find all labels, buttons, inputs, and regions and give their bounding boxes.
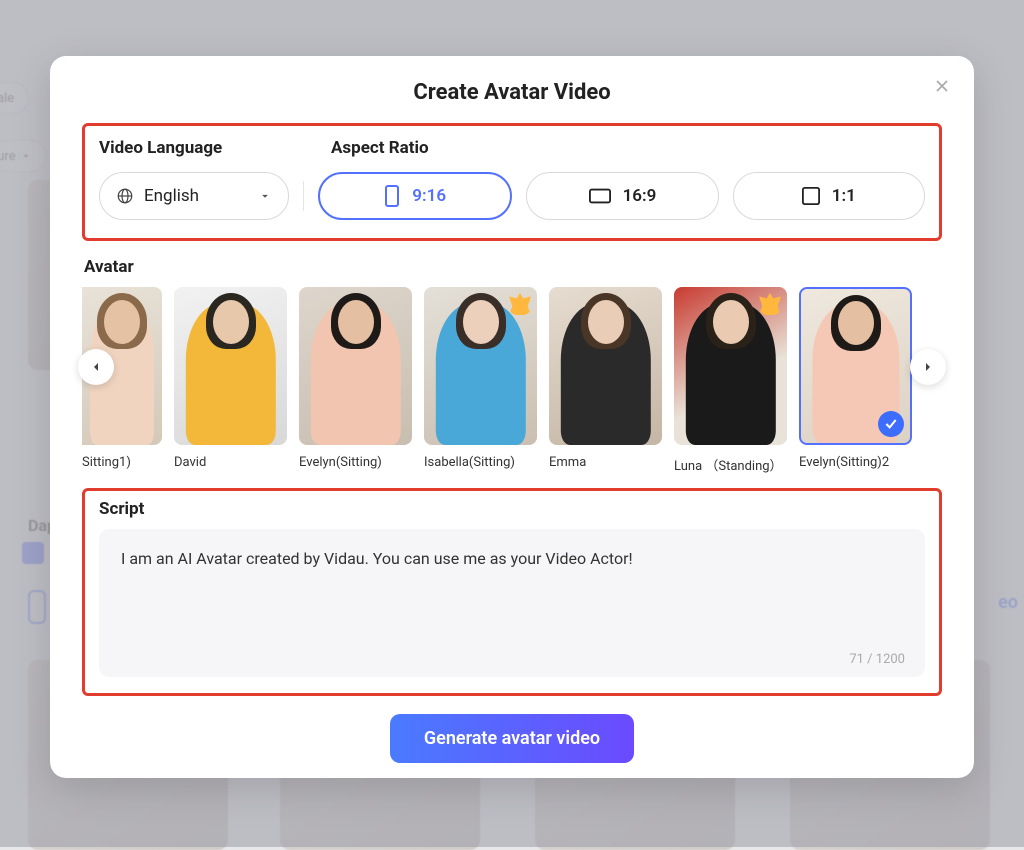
create-avatar-modal: Create Avatar Video Video Language Aspec… xyxy=(50,56,974,778)
avatar-name: Emma xyxy=(549,455,662,470)
avatar-name: Evelyn(Sitting) xyxy=(299,455,412,470)
chevron-down-icon xyxy=(258,189,272,203)
modal-title: Create Avatar Video xyxy=(82,80,942,105)
avatar-item: Evelyn(Sitting) xyxy=(299,287,412,474)
ratio-label: 1:1 xyxy=(832,186,856,206)
avatar-thumb[interactable] xyxy=(424,287,537,445)
char-count: 71 / 1200 xyxy=(849,652,905,667)
avatar-name: Sitting1) xyxy=(82,455,162,470)
square-rect-icon xyxy=(802,187,820,205)
avatar-head xyxy=(463,300,499,344)
aspect-ratio-1-1[interactable]: 1:1 xyxy=(733,172,925,220)
avatar-thumb[interactable] xyxy=(174,287,287,445)
ratio-label: 9:16 xyxy=(412,186,446,206)
script-highlight: Script 71 / 1200 xyxy=(82,488,942,696)
language-select[interactable]: English xyxy=(99,172,289,220)
carousel-prev-button[interactable] xyxy=(78,349,114,385)
avatar-head xyxy=(588,300,624,344)
avatar-name: Evelyn(Sitting)2 xyxy=(799,455,912,470)
avatar-thumb[interactable] xyxy=(674,287,787,445)
avatar-head xyxy=(713,300,749,344)
script-input[interactable] xyxy=(99,529,925,677)
avatar-name: David xyxy=(174,455,287,470)
globe-icon xyxy=(116,187,134,205)
avatar-thumb[interactable] xyxy=(299,287,412,445)
avatar-name: Luna （Standing） xyxy=(674,455,787,474)
top-settings-highlight: Video Language Aspect Ratio English 9:16… xyxy=(82,123,942,241)
avatar-item: David xyxy=(174,287,287,474)
chevron-right-icon xyxy=(920,359,936,375)
check-badge-icon xyxy=(878,411,904,437)
char-max: 1200 xyxy=(876,652,905,667)
generate-button[interactable]: Generate avatar video xyxy=(390,714,634,763)
crown-badge-icon xyxy=(759,293,781,315)
language-value: English xyxy=(144,186,248,206)
aspect-ratio-9-16[interactable]: 9:16 xyxy=(318,172,512,220)
carousel-next-button[interactable] xyxy=(910,349,946,385)
chevron-left-icon xyxy=(88,359,104,375)
avatar-head xyxy=(213,300,249,344)
ratio-label: 16:9 xyxy=(623,186,657,206)
avatar-item: Evelyn(Sitting)2 xyxy=(799,287,912,474)
avatar-item: Emma xyxy=(549,287,662,474)
close-button[interactable] xyxy=(932,76,952,96)
aspect-ratio-label: Aspect Ratio xyxy=(331,138,429,158)
aspect-ratio-16-9[interactable]: 16:9 xyxy=(526,172,718,220)
avatar-item: Isabella(Sitting) xyxy=(424,287,537,474)
avatar-head xyxy=(838,301,874,345)
avatar-thumb[interactable] xyxy=(549,287,662,445)
avatar-thumb[interactable] xyxy=(799,287,912,445)
portrait-rect-icon xyxy=(384,185,400,207)
language-label: Video Language xyxy=(99,138,331,158)
script-section-title: Script xyxy=(99,499,925,519)
avatar-head xyxy=(338,300,374,344)
divider xyxy=(303,181,304,211)
avatar-section-title: Avatar xyxy=(84,257,942,277)
char-current: 71 xyxy=(849,652,864,667)
avatar-carousel: Sitting1) David Evelyn(Sitting) Isabella(Si… xyxy=(82,287,942,474)
avatar-name: Isabella(Sitting) xyxy=(424,455,537,470)
landscape-rect-icon xyxy=(589,188,611,204)
avatar-item: Luna （Standing） xyxy=(674,287,787,474)
avatar-head xyxy=(104,300,140,344)
crown-badge-icon xyxy=(509,293,531,315)
